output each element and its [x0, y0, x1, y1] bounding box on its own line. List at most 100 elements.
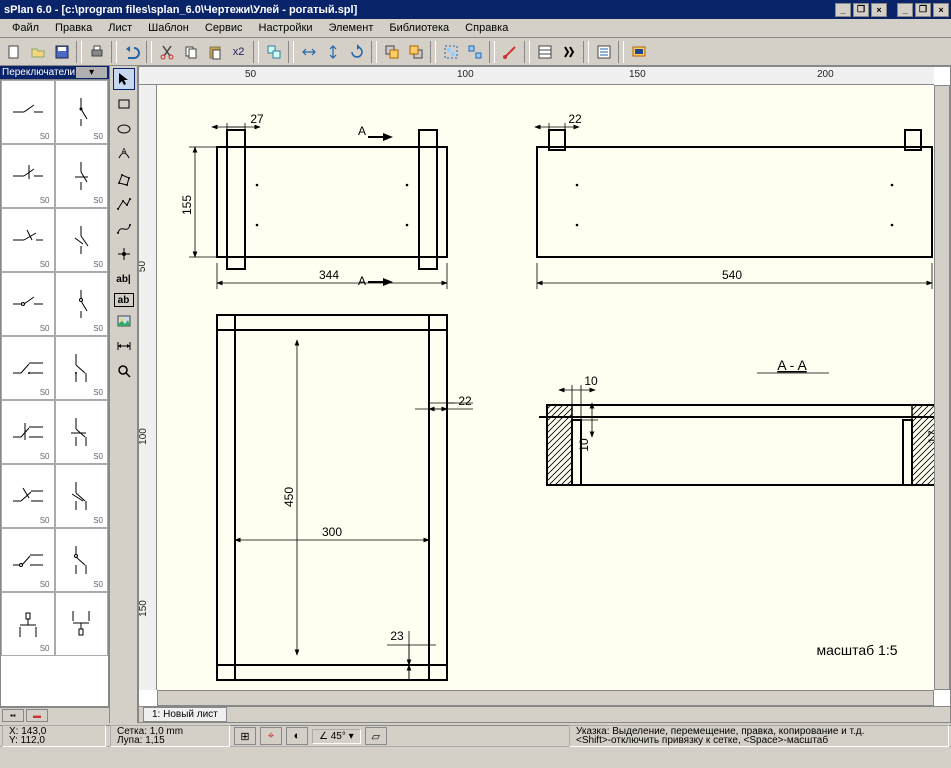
toolbar: x2	[0, 38, 951, 66]
horizontal-scrollbar[interactable]	[157, 690, 934, 706]
zoom-tool-icon[interactable]	[113, 360, 135, 382]
status-bar: X: 143,0Y: 112,0 Сетка: 1,0 mmЛупа: 1,15…	[0, 725, 951, 768]
lib-item[interactable]: S0	[1, 592, 55, 656]
list-icon[interactable]	[592, 41, 615, 63]
coord-y: Y: 112,0	[9, 735, 45, 746]
lib-item[interactable]	[55, 592, 109, 656]
lib-item[interactable]: S0	[55, 400, 109, 464]
section-label: A - A	[777, 357, 807, 373]
library-dropdown-icon[interactable]: ▾	[76, 67, 107, 78]
dim-17: 17	[926, 430, 934, 444]
library-cells: S0 S0 S0 S0 S0 S0 S0 S0 S0 S0 S0 S0 S0 S…	[0, 79, 109, 707]
menu-help[interactable]: Справка	[457, 20, 516, 36]
menu-template[interactable]: Шаблон	[140, 20, 197, 36]
lib-item[interactable]: S0	[1, 528, 55, 592]
find-icon[interactable]	[557, 41, 580, 63]
svg-text:A: A	[121, 148, 126, 155]
print-icon[interactable]	[85, 41, 108, 63]
menu-file[interactable]: Файл	[4, 20, 47, 36]
scale-label: масштаб 1:5	[816, 642, 897, 658]
lib-item[interactable]: S0	[1, 80, 55, 144]
lib-item[interactable]: S0	[55, 336, 109, 400]
dim-22b: 22	[458, 394, 472, 408]
lib-item[interactable]: S0	[55, 208, 109, 272]
snap-toggle-icon[interactable]: ⌖	[260, 727, 282, 745]
dim-540: 540	[722, 268, 742, 282]
menu-settings[interactable]: Настройки	[251, 20, 321, 36]
maximize-button[interactable]: ❐	[915, 3, 931, 17]
paste-icon[interactable]	[203, 41, 226, 63]
ungroup-icon[interactable]	[463, 41, 486, 63]
lib-item[interactable]: S0	[1, 400, 55, 464]
lib-item[interactable]: S0	[1, 208, 55, 272]
library-bottom-bar: ▪▪ ▬	[0, 707, 109, 723]
dim-23: 23	[390, 629, 404, 643]
dimension-tool-icon[interactable]	[113, 335, 135, 357]
status-hint2: <Shift>-отключить привязку к сетке, <Spa…	[576, 735, 828, 746]
save-icon[interactable]	[50, 41, 73, 63]
menu-edit[interactable]: Правка	[47, 20, 100, 36]
lib-item[interactable]: S0	[55, 272, 109, 336]
x2-button[interactable]: x2	[227, 41, 250, 63]
library-panel: Переключатели▾ S0 S0 S0 S0 S0 S0 S0 S0 S…	[0, 66, 110, 723]
rotate-icon[interactable]	[345, 41, 368, 63]
cut-icon[interactable]	[155, 41, 178, 63]
dim-344: 344	[319, 268, 339, 282]
form-icon[interactable]	[533, 41, 556, 63]
screen-icon[interactable]	[627, 41, 650, 63]
lib-item[interactable]: S0	[55, 464, 109, 528]
rubber-icon[interactable]: ▱	[365, 727, 387, 745]
horizontal-ruler: 50 100 150 200	[139, 67, 934, 85]
close-inner-button[interactable]: ×	[871, 3, 887, 17]
angle-icon[interactable]: ∠ 45° ▾	[312, 729, 361, 744]
polygon-tool-icon[interactable]	[113, 168, 135, 190]
canvas[interactable]: 27 155 344 А А	[157, 85, 934, 690]
ellipse-tool-icon[interactable]	[113, 118, 135, 140]
lib-item[interactable]: S0	[55, 528, 109, 592]
duplicate-icon[interactable]	[262, 41, 285, 63]
dim-22a: 22	[568, 112, 582, 126]
image-tool-icon[interactable]	[113, 310, 135, 332]
vertical-scrollbar[interactable]	[934, 85, 950, 690]
lib-item[interactable]: S0	[55, 80, 109, 144]
bezier-tool-icon[interactable]	[113, 218, 135, 240]
sheet-tabbar: 1: Новый лист	[139, 706, 950, 722]
text-tool-icon[interactable]: ab|	[113, 268, 135, 290]
menu-sheet[interactable]: Лист	[100, 20, 140, 36]
mirror-h-icon[interactable]	[297, 41, 320, 63]
sheet-tab[interactable]: 1: Новый лист	[143, 707, 227, 722]
copy-icon[interactable]	[179, 41, 202, 63]
lib-btn-b[interactable]: ▬	[26, 709, 48, 722]
new-icon[interactable]	[2, 41, 25, 63]
group-icon[interactable]	[439, 41, 462, 63]
snap-icon[interactable]	[498, 41, 521, 63]
front-icon[interactable]	[380, 41, 403, 63]
lib-btn-a[interactable]: ▪▪	[2, 709, 24, 722]
grid-toggle-icon[interactable]: ⊞	[234, 727, 256, 745]
lib-item[interactable]: S0	[1, 272, 55, 336]
lib-item[interactable]: S0	[1, 144, 55, 208]
contrast-icon[interactable]: ◐	[286, 727, 308, 745]
back-icon[interactable]	[404, 41, 427, 63]
minimize-inner-button[interactable]: _	[835, 3, 851, 17]
lib-item[interactable]: S0	[1, 464, 55, 528]
lib-item[interactable]: S0	[55, 144, 109, 208]
close-button[interactable]: ×	[933, 3, 949, 17]
menu-element[interactable]: Элемент	[320, 20, 381, 36]
lib-item[interactable]: S0	[1, 336, 55, 400]
mirror-v-icon[interactable]	[321, 41, 344, 63]
menu-library[interactable]: Библиотека	[381, 20, 457, 36]
open-icon[interactable]	[26, 41, 49, 63]
status-zoom: Лупа: 1,15	[117, 735, 165, 746]
maximize-inner-button[interactable]: ❐	[853, 3, 869, 17]
dim-10b: 10	[577, 438, 591, 452]
rect-tool-icon[interactable]	[113, 93, 135, 115]
minimize-button[interactable]: _	[897, 3, 913, 17]
node-tool-icon[interactable]	[113, 243, 135, 265]
menu-service[interactable]: Сервис	[197, 20, 251, 36]
undo-icon[interactable]	[120, 41, 143, 63]
text-arc-icon[interactable]: A	[113, 143, 135, 165]
line-tool-icon[interactable]	[113, 193, 135, 215]
pointer-tool-icon[interactable]	[113, 68, 135, 90]
label-tool-icon[interactable]: ab	[114, 293, 134, 307]
